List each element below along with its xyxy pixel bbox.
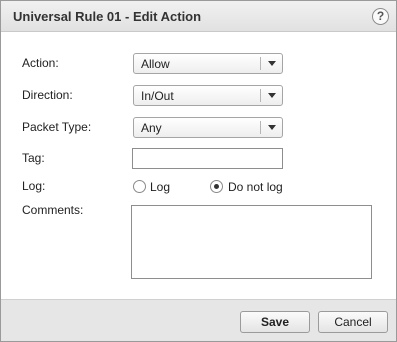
- select-divider: [260, 89, 261, 102]
- direction-label: Direction:: [22, 88, 73, 102]
- help-icon[interactable]: ?: [372, 8, 389, 25]
- select-divider: [260, 121, 261, 134]
- action-label: Action:: [22, 56, 59, 70]
- log-radio[interactable]: [133, 180, 146, 193]
- tag-label: Tag:: [22, 151, 45, 165]
- packet-type-label: Packet Type:: [22, 120, 92, 134]
- chevron-down-icon: [268, 125, 276, 130]
- chevron-down-icon: [268, 61, 276, 66]
- do-not-log-radio-label[interactable]: Do not log: [228, 180, 283, 194]
- dialog-title: Universal Rule 01 - Edit Action: [13, 9, 202, 24]
- chevron-down-icon: [268, 93, 276, 98]
- radio-selected-dot: [214, 184, 219, 189]
- do-not-log-radio[interactable]: [210, 180, 223, 193]
- log-label: Log:: [22, 179, 46, 193]
- edit-action-dialog: Universal Rule 01 - Edit Action ? Action…: [0, 0, 397, 342]
- dialog-footer: Save Cancel: [1, 299, 396, 341]
- comments-label: Comments:: [22, 203, 84, 217]
- log-radio-label[interactable]: Log: [150, 180, 170, 194]
- packet-type-select-value: Any: [141, 121, 162, 135]
- cancel-button[interactable]: Cancel: [318, 311, 388, 333]
- tag-input[interactable]: [132, 148, 283, 169]
- packet-type-select[interactable]: Any: [133, 117, 283, 138]
- direction-select[interactable]: In/Out: [133, 85, 283, 106]
- direction-select-value: In/Out: [141, 89, 174, 103]
- save-button[interactable]: Save: [240, 311, 310, 333]
- action-select[interactable]: Allow: [133, 53, 283, 74]
- dialog-titlebar: Universal Rule 01 - Edit Action ?: [1, 1, 396, 32]
- action-select-value: Allow: [141, 57, 170, 71]
- comments-textarea[interactable]: [131, 205, 372, 279]
- select-divider: [260, 57, 261, 70]
